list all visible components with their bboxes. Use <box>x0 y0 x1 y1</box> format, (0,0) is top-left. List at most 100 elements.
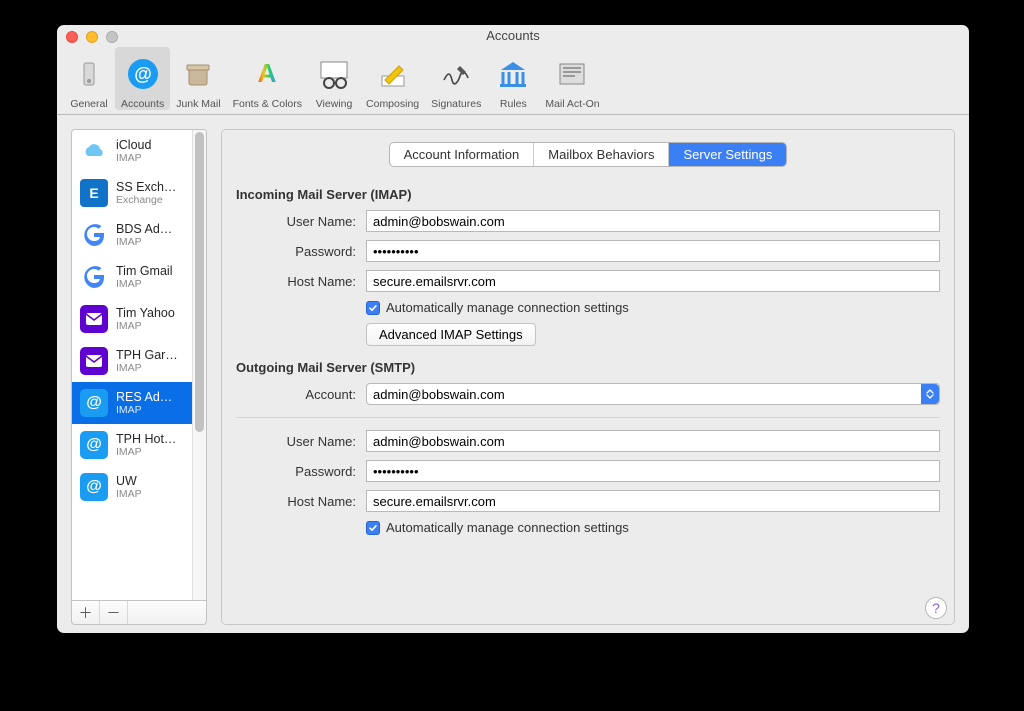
incoming-auto-row[interactable]: Automatically manage connection settings <box>366 300 940 315</box>
account-name: TPH Hot… <box>116 432 176 446</box>
account-name: Tim Yahoo <box>116 306 175 320</box>
account-type: IMAP <box>116 488 142 500</box>
toolbar-item-signatures[interactable]: Signatures <box>425 47 487 110</box>
account-row[interactable]: BDS Ad…IMAP <box>72 214 206 256</box>
window-title: Accounts <box>57 25 969 47</box>
toolbar-item-mail-act-on[interactable]: Mail Act-On <box>539 47 605 110</box>
checkbox-checked-icon[interactable] <box>366 521 380 535</box>
account-type: IMAP <box>116 152 151 164</box>
advanced-imap-button[interactable]: Advanced IMAP Settings <box>366 323 536 346</box>
toolbar-label: Mail Act-On <box>545 98 599 110</box>
account-row[interactable]: @RES Ad…IMAP <box>72 382 206 424</box>
toolbar-label: Viewing <box>316 98 353 110</box>
outgoing-account-popup[interactable]: admin@bobswain.com <box>366 383 940 405</box>
account-name: iCloud <box>116 138 151 152</box>
junk-mail-icon <box>178 54 218 94</box>
help-button[interactable]: ? <box>925 597 947 619</box>
at-icon: @ <box>80 473 108 501</box>
general-icon <box>69 54 109 94</box>
composing-icon <box>373 54 413 94</box>
toolbar-label: General <box>70 98 107 110</box>
account-row[interactable]: Tim YahooIMAP <box>72 298 206 340</box>
account-row[interactable]: Tim GmailIMAP <box>72 256 206 298</box>
google-icon <box>80 221 108 249</box>
mail-act-on-icon <box>552 54 592 94</box>
toolbar-item-viewing[interactable]: Viewing <box>308 47 360 110</box>
account-row[interactable]: iCloudIMAP <box>72 130 206 172</box>
outgoing-auto-row[interactable]: Automatically manage connection settings <box>366 520 940 535</box>
toolbar-item-rules[interactable]: Rules <box>487 47 539 110</box>
titlebar[interactable]: Accounts <box>57 25 969 47</box>
incoming-host-label: Host Name: <box>236 274 356 289</box>
tab-mailbox-behaviors[interactable]: Mailbox Behaviors <box>534 143 669 166</box>
fonts-colors-icon: A <box>247 54 287 94</box>
account-name: Tim Gmail <box>116 264 172 278</box>
google-icon <box>80 263 108 291</box>
account-type: IMAP <box>116 278 172 290</box>
outgoing-host-input[interactable] <box>366 490 940 512</box>
toolbar-item-accounts[interactable]: @ Accounts <box>115 47 170 110</box>
account-row[interactable]: @TPH Hot…IMAP <box>72 424 206 466</box>
close-button[interactable] <box>66 31 78 43</box>
settings-panel: Account InformationMailbox BehaviorsServ… <box>221 129 955 625</box>
toolbar-item-composing[interactable]: Composing <box>360 47 425 110</box>
checkbox-checked-icon[interactable] <box>366 301 380 315</box>
incoming-auto-label: Automatically manage connection settings <box>386 300 629 315</box>
incoming-pass-input[interactable] <box>366 240 940 262</box>
account-row[interactable]: TPH Gar…IMAP <box>72 340 206 382</box>
toolbar-item-junk-mail[interactable]: Junk Mail <box>170 47 226 110</box>
incoming-form: User Name: Password: Host Name: Automati… <box>236 210 940 346</box>
incoming-pass-label: Password: <box>236 244 356 259</box>
scrollbar-thumb[interactable] <box>195 132 204 432</box>
toolbar-label: Signatures <box>431 98 481 110</box>
account-name: BDS Ad… <box>116 222 172 236</box>
outgoing-pass-input[interactable] <box>366 460 940 482</box>
outgoing-user-label: User Name: <box>236 434 356 449</box>
toolbar-label: Accounts <box>121 98 164 110</box>
yahoo-icon <box>80 305 108 333</box>
outgoing-host-label: Host Name: <box>236 494 356 509</box>
minimize-button[interactable] <box>86 31 98 43</box>
exchange-icon: E <box>80 179 108 207</box>
incoming-heading: Incoming Mail Server (IMAP) <box>236 187 940 202</box>
tab-server-settings[interactable]: Server Settings <box>669 143 786 166</box>
yahoo-icon <box>80 347 108 375</box>
remove-account-button[interactable]: － <box>100 601 128 624</box>
accounts-list: iCloudIMAPESS Exch…ExchangeBDS Ad…IMAPTi… <box>71 129 207 601</box>
outgoing-user-input[interactable] <box>366 430 940 452</box>
add-account-button[interactable]: ＋ <box>72 601 100 624</box>
toolbar-label: Composing <box>366 98 419 110</box>
account-type: IMAP <box>116 236 172 248</box>
account-type: IMAP <box>116 446 176 458</box>
account-type: IMAP <box>116 404 172 416</box>
outgoing-auto-label: Automatically manage connection settings <box>386 520 629 535</box>
list-footer: ＋ － <box>71 601 207 625</box>
account-name: RES Ad… <box>116 390 172 404</box>
toolbar-item-general[interactable]: General <box>63 47 115 110</box>
outgoing-account-label: Account: <box>236 387 356 402</box>
toolbar-label: Rules <box>500 98 527 110</box>
tab-group: Account InformationMailbox BehaviorsServ… <box>389 142 788 167</box>
svg-text:A: A <box>258 58 277 88</box>
accounts-sidebar: iCloudIMAPESS Exch…ExchangeBDS Ad…IMAPTi… <box>71 129 207 625</box>
preferences-window: Accounts General@AccountsJunk MailAFonts… <box>57 25 969 633</box>
outgoing-form: Account: admin@bobswain.com User Name: P… <box>236 383 940 535</box>
account-type: IMAP <box>116 320 175 332</box>
toolbar: General @ Accounts Junk MailAFonts & Colors… <box>57 47 969 115</box>
outgoing-pass-label: Password: <box>236 464 356 479</box>
incoming-user-input[interactable] <box>366 210 940 232</box>
account-type: IMAP <box>116 362 178 374</box>
outgoing-account-value: admin@bobswain.com <box>373 387 505 402</box>
toolbar-item-fonts-colors[interactable]: AFonts & Colors <box>227 47 308 110</box>
account-name: TPH Gar… <box>116 348 178 362</box>
popup-arrows-icon <box>921 384 939 404</box>
scrollbar[interactable] <box>192 130 206 600</box>
account-name: SS Exch… <box>116 180 176 194</box>
account-row[interactable]: @UWIMAP <box>72 466 206 508</box>
svg-text:@: @ <box>134 64 152 84</box>
outgoing-heading: Outgoing Mail Server (SMTP) <box>236 360 940 375</box>
account-row[interactable]: ESS Exch…Exchange <box>72 172 206 214</box>
incoming-host-input[interactable] <box>366 270 940 292</box>
tab-account-information[interactable]: Account Information <box>390 143 535 166</box>
accounts-icon: @ <box>123 54 163 94</box>
